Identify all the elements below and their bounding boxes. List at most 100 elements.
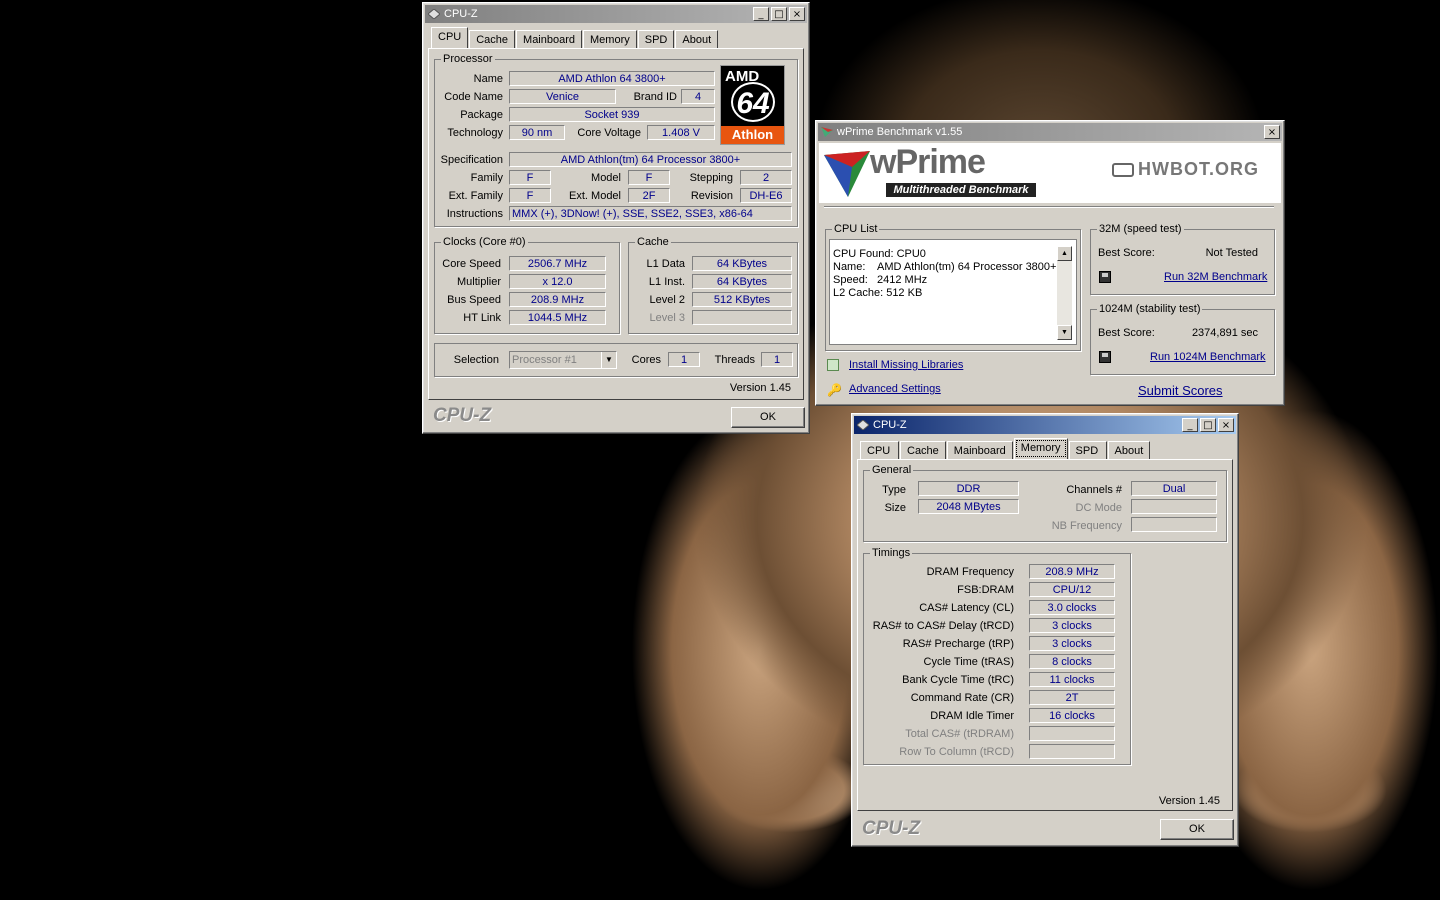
version-label: Version 1.45: [1158, 795, 1220, 807]
cpuz-cpu-window: CPU-Z _ □ × CPU Cache Mainboard Memory S…: [422, 2, 810, 434]
processor-select[interactable]: Processor #1 ▼: [509, 351, 617, 369]
tab-mainboard[interactable]: Mainboard: [516, 30, 583, 48]
timing-value: 208.9 MHz: [1029, 564, 1115, 579]
minimize-icon[interactable]: _: [753, 7, 769, 21]
logo-64-text: 64: [731, 82, 775, 122]
header-divider: [824, 206, 1274, 207]
l1inst-label: L1 Inst.: [648, 276, 685, 288]
tab-cache[interactable]: Cache: [469, 30, 516, 48]
maximize-icon[interactable]: □: [771, 7, 787, 21]
wprime-window: wPrime Benchmark v1.55 × wPrime Multithr…: [815, 120, 1285, 406]
corespeed-label: Core Speed: [442, 258, 501, 270]
advanced-settings-link[interactable]: Advanced Settings: [849, 383, 941, 395]
technology-value: 90 nm: [509, 125, 565, 140]
run-1024m-benchmark-link[interactable]: Run 1024M Benchmark: [1150, 351, 1266, 363]
timing-label: DRAM Frequency: [926, 566, 1014, 578]
type-value: DDR: [918, 481, 1019, 496]
minimize-icon[interactable]: _: [1182, 418, 1198, 432]
test1024-title: 1024M (stability test): [1097, 303, 1203, 315]
timing-label: Bank Cycle Time (tRC): [902, 674, 1014, 686]
cpu-list-scrollbar[interactable]: ▲ ▼: [1057, 246, 1072, 340]
scroll-up-icon[interactable]: ▲: [1057, 246, 1072, 261]
timing-label: Command Rate (CR): [910, 692, 1014, 704]
extmodel-label: Ext. Model: [569, 190, 621, 202]
cpuz-cpu-titlebar[interactable]: CPU-Z _ □ ×: [425, 5, 807, 23]
timing-label: Row To Column (tRCD): [899, 746, 1014, 758]
tab-about[interactable]: About: [675, 30, 719, 48]
cores-label: Cores: [631, 354, 661, 366]
timing-label: FSB:DRAM: [957, 584, 1014, 596]
tab-about[interactable]: About: [1107, 441, 1151, 459]
close-icon[interactable]: ×: [1218, 418, 1234, 432]
tab-memory[interactable]: Memory: [1013, 438, 1068, 459]
tab-cpu[interactable]: CPU: [431, 27, 469, 48]
model-label: Model: [591, 172, 621, 184]
name-label: Name: [473, 73, 503, 85]
submit-scores-link[interactable]: Submit Scores: [1138, 383, 1223, 398]
family-label: Family: [470, 172, 503, 184]
nbfreq-value: [1131, 517, 1217, 532]
dcmode-label: DC Mode: [1075, 502, 1122, 514]
selection-label: Selection: [453, 354, 499, 366]
l1data-label: L1 Data: [646, 258, 685, 270]
tab-memory[interactable]: Memory: [583, 30, 637, 48]
brandid-value: 4: [681, 89, 715, 104]
spec-label: Specification: [440, 154, 503, 166]
instructions-label: Instructions: [446, 208, 503, 220]
channels-value: Dual: [1131, 481, 1217, 496]
cpu-list-line: Speed: 2412 MHz: [833, 274, 928, 286]
revision-value: DH-E6: [740, 188, 792, 203]
ok-button[interactable]: OK: [731, 407, 805, 428]
cpu-list-line: CPU Found: CPU0: [833, 248, 926, 260]
timing-value: 3 clocks: [1029, 618, 1115, 633]
processor-select-value: Processor #1: [512, 354, 577, 366]
channels-label: Channels #: [1066, 484, 1122, 496]
timing-value: 3 clocks: [1029, 636, 1115, 651]
tab-mainboard[interactable]: Mainboard: [946, 441, 1013, 459]
htlink-label: HT Link: [463, 312, 501, 324]
codename-label: Code Name: [444, 91, 503, 103]
ok-button[interactable]: OK: [1160, 819, 1234, 840]
extfamily-label: Ext. Family: [448, 190, 503, 202]
level2-label: Level 2: [649, 294, 685, 306]
close-icon[interactable]: ×: [789, 7, 805, 21]
close-icon[interactable]: ×: [1264, 125, 1280, 139]
install-missing-libraries-link[interactable]: Install Missing Libraries: [849, 359, 963, 371]
wprime-titlebar[interactable]: wPrime Benchmark v1.55 ×: [818, 123, 1282, 141]
timing-label: RAS# Precharge (tRP): [902, 638, 1014, 650]
tab-cache[interactable]: Cache: [900, 441, 946, 459]
dcmode-value: [1131, 499, 1217, 514]
threads-value: 1: [761, 352, 793, 367]
revision-label: Revision: [690, 190, 733, 202]
timing-value: [1029, 744, 1115, 759]
cpuz-memory-titlebar[interactable]: CPU-Z _ □ ×: [854, 416, 1236, 434]
l1inst-value: 64 KBytes: [692, 274, 792, 289]
version-label: Version 1.45: [729, 382, 791, 394]
clocks-group-title: Clocks (Core #0): [441, 236, 528, 248]
chevron-down-icon[interactable]: ▼: [601, 352, 616, 368]
tab-spd[interactable]: SPD: [637, 30, 675, 48]
cpuz-memory-tab-strip: CPU Cache Mainboard Memory SPD About: [860, 438, 1151, 459]
extfamily-value: F: [509, 188, 551, 203]
cpuz-app-icon: [856, 419, 870, 431]
tab-spd[interactable]: SPD: [1068, 441, 1107, 459]
maximize-icon[interactable]: □: [1200, 418, 1216, 432]
name-value: AMD Athlon 64 3800+: [509, 71, 715, 86]
stepping-value: 2: [740, 170, 792, 185]
scroll-down-icon[interactable]: ▼: [1057, 325, 1072, 340]
tab-cpu[interactable]: CPU: [860, 441, 899, 459]
cpu-list-box[interactable]: CPU Found: CPU0 Name: AMD Athlon(tm) 64 …: [829, 239, 1077, 345]
wprime-logo-icon: [824, 151, 870, 197]
size-label: Size: [884, 502, 906, 514]
timing-label: Total CAS# (tRDRAM): [905, 728, 1014, 740]
timing-value: [1029, 726, 1115, 741]
wprime-logo-text: wPrime: [870, 143, 986, 181]
run-32m-benchmark-link[interactable]: Run 32M Benchmark: [1164, 271, 1267, 283]
model-value: F: [628, 170, 670, 185]
cpu-list-line: Name: AMD Athlon(tm) 64 Processor 3800+: [833, 261, 1057, 273]
amd-athlon64-logo: AMD 64 Athlon: [720, 65, 785, 145]
timing-value: 16 clocks: [1029, 708, 1115, 723]
threads-label: Threads: [714, 354, 755, 366]
cpuz-memory-window: CPU-Z _ □ × CPU Cache Mainboard Memory S…: [851, 413, 1239, 847]
corevoltage-value: 1.408 V: [647, 125, 715, 140]
